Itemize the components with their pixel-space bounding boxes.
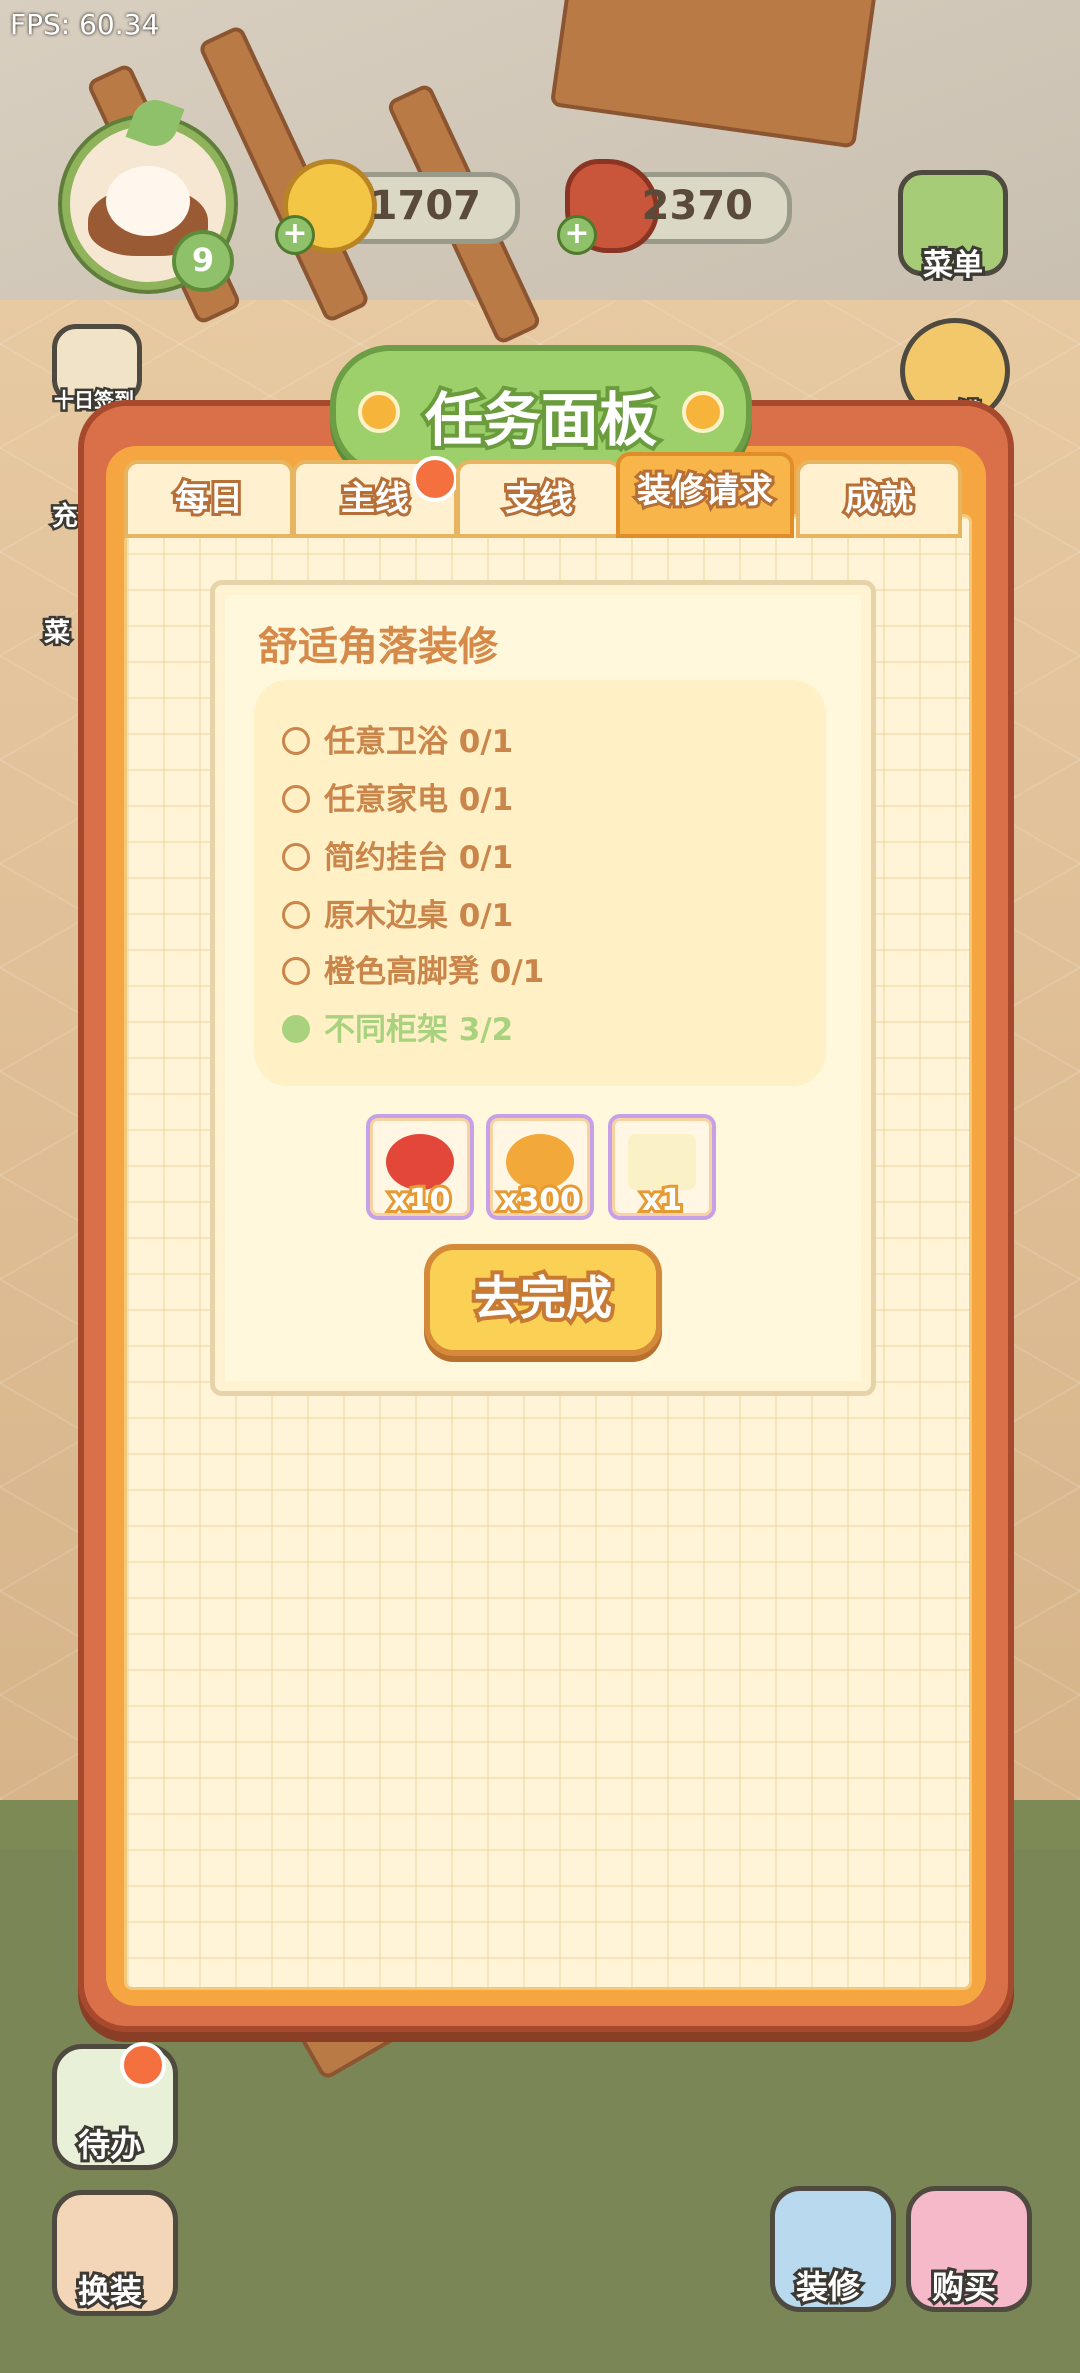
requirement-text: 橙色高脚凳 0/1 [324, 954, 545, 990]
requirement-text: 任意卫浴 0/1 [324, 724, 514, 760]
reward-qty: x1 [639, 1180, 685, 1221]
requirement-text: 不同柜架 3/2 [324, 1012, 514, 1048]
gold-nugget-icon [506, 1134, 574, 1190]
fps-counter: FPS: 60.34 [10, 8, 160, 41]
unchecked-circle-icon [282, 726, 310, 755]
requirement-item: 原木边桌 0/1 [282, 890, 513, 934]
requirement-item: 简约挂台 0/1 [282, 832, 513, 876]
todo-button[interactable]: 待办 [52, 2042, 178, 2170]
requirement-text: 原木边桌 0/1 [324, 898, 514, 934]
cherry-icon [386, 1134, 454, 1190]
tab-daily[interactable]: 每日 [124, 460, 294, 538]
reward-item[interactable]: x300 [486, 1114, 594, 1221]
unchecked-circle-icon [282, 956, 310, 985]
flower-badge-icon [412, 456, 458, 502]
avatar-face [106, 166, 190, 236]
food-value: 2370 [641, 183, 753, 229]
panel-title: 任务面板 [421, 382, 661, 458]
requirement-item: 任意家电 0/1 [282, 774, 513, 818]
checked-circle-icon [282, 1014, 310, 1043]
menu-left-label[interactable]: 菜 [41, 612, 72, 651]
unchecked-circle-icon [282, 842, 310, 871]
reward-item[interactable]: x10 [366, 1114, 474, 1221]
food-counter[interactable]: + 2370 [557, 159, 792, 255]
reward-item[interactable]: x1 [608, 1114, 716, 1221]
requirement-text: 简约挂台 0/1 [324, 840, 514, 876]
player-level-badge: 9 [172, 230, 234, 292]
go-complete-button[interactable]: 去完成 [424, 1244, 662, 1356]
decorate-label: 装修 [793, 2265, 863, 2309]
unchecked-circle-icon [282, 900, 310, 929]
recharge-label[interactable]: 充 [49, 496, 80, 535]
tab-achievement[interactable]: 成就 [796, 460, 962, 538]
reward-qty: x10 [386, 1180, 453, 1221]
dress-label: 换装 [75, 2269, 145, 2313]
decorate-button[interactable]: 装修 [770, 2186, 896, 2312]
dress-button[interactable]: 换装 [52, 2190, 178, 2316]
menu-label: 菜单 [920, 245, 986, 286]
coin-counter[interactable]: + 1707 [275, 159, 520, 255]
add-food-button[interactable]: + [557, 215, 597, 255]
tab-decoration-request[interactable]: 装修请求 [616, 452, 794, 538]
task-title: 舒适角落装修 [258, 624, 498, 670]
add-coins-button[interactable]: + [275, 215, 315, 255]
tab-side[interactable]: 支线 [456, 460, 622, 538]
todo-label: 待办 [75, 2123, 145, 2167]
requirement-item: 橙色高脚凳 0/1 [282, 946, 544, 990]
shop-button[interactable]: 购买 [906, 2186, 1032, 2312]
flower-badge-icon [120, 2042, 166, 2088]
shop-label: 购买 [929, 2265, 999, 2309]
menu-button[interactable]: 菜单 [898, 170, 1008, 286]
unchecked-circle-icon [282, 784, 310, 813]
sprout-box-icon [628, 1134, 696, 1190]
requirement-text: 任意家电 0/1 [324, 782, 514, 818]
requirement-item-complete: 不同柜架 3/2 [282, 1004, 513, 1048]
requirement-item: 任意卫浴 0/1 [282, 716, 513, 760]
reward-qty: x300 [496, 1180, 584, 1221]
coin-value: 1707 [369, 183, 481, 229]
